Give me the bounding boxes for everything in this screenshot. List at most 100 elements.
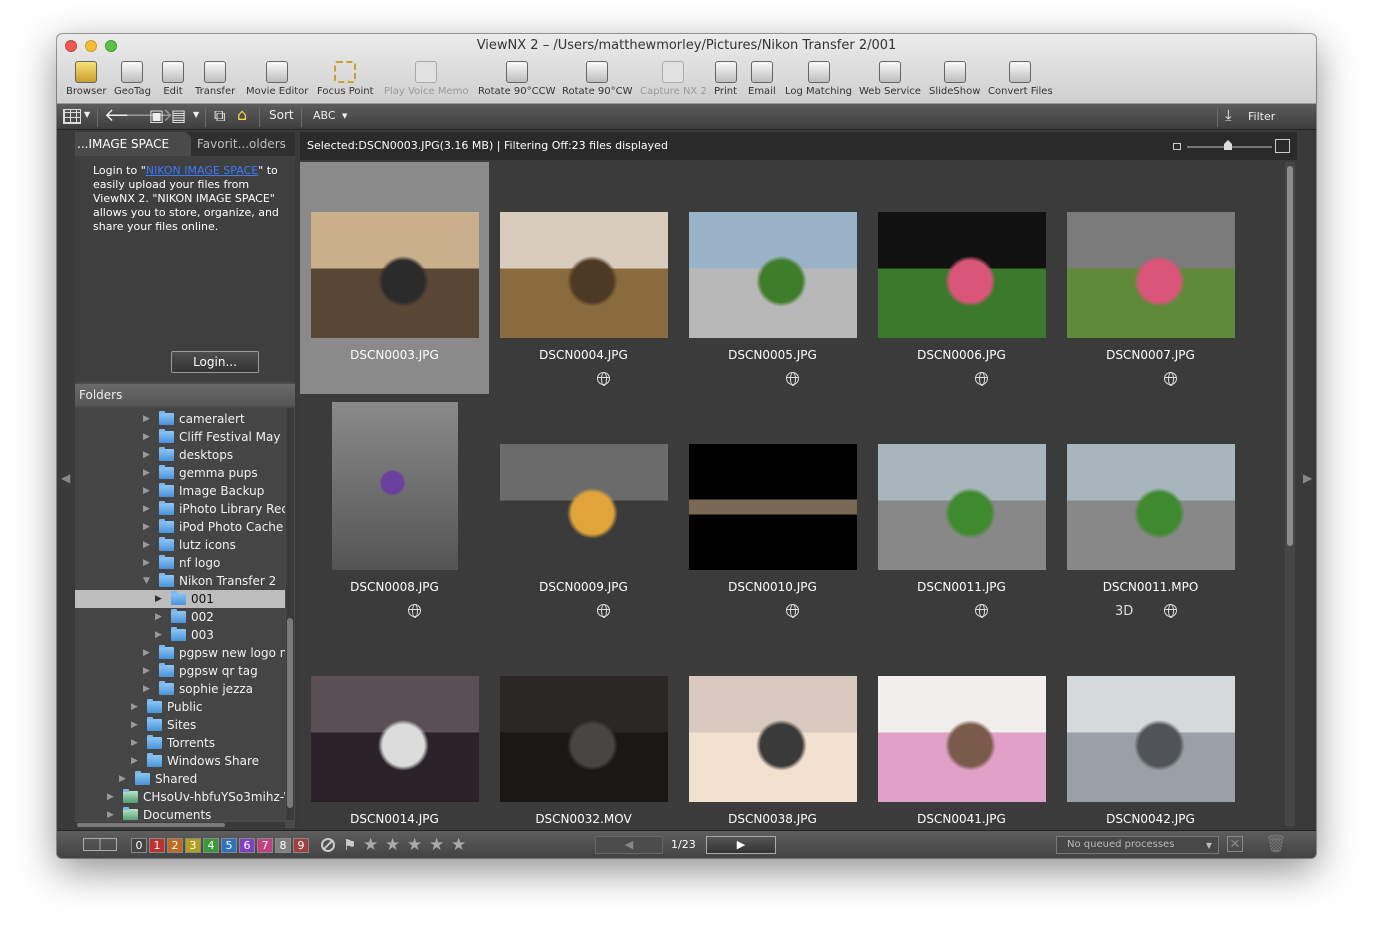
thumbnail-image[interactable] — [689, 444, 857, 570]
thumbnail-image[interactable] — [311, 212, 479, 338]
thumbnail-item[interactable]: DSCN0014.JPG — [300, 626, 489, 858]
toolbar-capture-nx-button[interactable]: Capture NX 2 — [640, 61, 707, 101]
disclosure-closed-icon[interactable]: ▶ — [155, 626, 165, 644]
thumbnail-item[interactable]: DSCN0042.JPG — [1056, 626, 1245, 858]
folder-item[interactable]: ▶ cameralert — [75, 410, 285, 428]
disclosure-closed-icon[interactable]: ▶ — [143, 554, 153, 572]
thumbnail-image[interactable] — [878, 676, 1046, 802]
label-8-button[interactable]: 8 — [275, 838, 291, 853]
thumbnail-image[interactable] — [689, 212, 857, 338]
geotag-globe-icon[interactable] — [1164, 372, 1177, 386]
folder-item[interactable]: ▶ pgpsw new logo mast — [75, 644, 285, 662]
star-rating-icon[interactable]: ★ — [451, 835, 466, 855]
star-rating-icon[interactable]: ★ — [429, 835, 444, 855]
previous-page-button[interactable]: ◀ — [595, 836, 663, 854]
folder-item[interactable]: ▶ sophie jezza — [75, 680, 285, 698]
thumbnail-image[interactable] — [878, 212, 1046, 338]
folder-item[interactable]: ▶ 003 — [75, 626, 285, 644]
thumbnail-image[interactable] — [1067, 676, 1235, 802]
thumbnail-image[interactable] — [311, 676, 479, 802]
thumbnail-image[interactable] — [500, 676, 668, 802]
toolbar-play-button[interactable]: Play Voice Memo — [384, 61, 468, 101]
folder-item[interactable]: ▶ Sites — [75, 716, 285, 734]
disclosure-closed-icon[interactable]: ▶ — [155, 590, 165, 608]
thumbnail-image[interactable] — [689, 676, 857, 802]
toolbar-browser-button[interactable]: Browser — [66, 61, 107, 101]
thumbnail-image[interactable] — [878, 444, 1046, 570]
trash-icon[interactable]: 🗑 — [1265, 834, 1287, 854]
thumbnail-item[interactable]: DSCN0004.JPG — [489, 162, 678, 394]
thumbnail-item[interactable]: DSCN0009.JPG — [489, 394, 678, 626]
disclosure-closed-icon[interactable]: ▶ — [131, 716, 141, 734]
folder-item[interactable]: ▶ Windows Share — [75, 752, 285, 770]
thumbnail-item[interactable]: DSCN0010.JPG — [678, 394, 867, 626]
grid-view-icon[interactable] — [63, 109, 81, 124]
star-rating-icon[interactable]: ★ — [363, 835, 378, 855]
thumbnail-item[interactable]: DSCN0011.JPG — [867, 394, 1056, 626]
disclosure-closed-icon[interactable]: ▶ — [143, 680, 153, 698]
thumbnail-image[interactable] — [500, 444, 668, 570]
large-thumb-icon[interactable] — [1275, 139, 1290, 153]
clear-rating-icon[interactable]: ⚑ — [343, 836, 356, 854]
filter-button[interactable]: Filter — [1248, 110, 1275, 123]
star-rating-icon[interactable]: ★ — [385, 835, 400, 855]
folder-item[interactable]: ▶ 002 — [75, 608, 285, 626]
slider-handle[interactable] — [1224, 140, 1232, 150]
label-7-button[interactable]: 7 — [257, 838, 273, 853]
window-icon[interactable]: ⧉ — [214, 106, 225, 126]
toolbar-convert-files-button[interactable]: Convert Files — [988, 61, 1053, 101]
thumbnail-item[interactable]: DSCN0038.JPG — [678, 626, 867, 858]
geotag-globe-icon[interactable] — [975, 372, 988, 386]
chevron-down-icon[interactable]: ▼ — [342, 112, 347, 120]
folder-item[interactable]: ▶ lutz icons — [75, 536, 285, 554]
camera-folder-icon[interactable]: ⌂ — [237, 105, 247, 124]
thumbnail-image[interactable] — [332, 402, 458, 570]
thumbnail-item[interactable]: DSCN0008.JPG — [300, 394, 489, 626]
disclosure-closed-icon[interactable]: ▶ — [155, 608, 165, 626]
thumbnail-scrollbar[interactable] — [1285, 162, 1295, 826]
disclosure-closed-icon[interactable]: ▶ — [119, 770, 129, 788]
download-icon[interactable]: ⤓ — [1225, 106, 1232, 124]
disclosure-closed-icon[interactable]: ▶ — [143, 464, 153, 482]
geotag-globe-icon[interactable] — [786, 372, 799, 386]
disclosure-closed-icon[interactable]: ▶ — [143, 662, 153, 680]
geotag-globe-icon[interactable] — [408, 604, 421, 618]
folder-item[interactable]: ▶ Shared — [75, 770, 285, 788]
toolbar-globe-button[interactable]: GeoTag — [114, 61, 151, 101]
next-page-button[interactable]: ▶ — [706, 836, 776, 854]
label-6-button[interactable]: 6 — [239, 838, 255, 853]
cancel-process-icon[interactable]: ✕ — [1227, 836, 1243, 852]
toolbar-envelope-button[interactable]: Email — [748, 61, 776, 101]
geotag-globe-icon[interactable] — [1164, 604, 1177, 618]
folder-up-icon[interactable]: ▣ — [149, 106, 164, 125]
login-button[interactable]: Login... — [171, 351, 259, 373]
toolbar-focus-brackets-button[interactable]: Focus Point — [317, 61, 374, 101]
star-rating-icon[interactable]: ★ — [407, 835, 422, 855]
folder-item[interactable]: ▶ Torrents — [75, 734, 285, 752]
thumbnail-image[interactable] — [1067, 212, 1235, 338]
thumbnail-item[interactable]: DSCN0006.JPG — [867, 162, 1056, 394]
folder-favorite-icon[interactable]: ▤ — [171, 106, 186, 125]
sort-button[interactable]: Sort — [269, 108, 294, 122]
toolbar-slideshow-button[interactable]: SlideShow — [929, 61, 980, 101]
thumbnail-image[interactable] — [500, 212, 668, 338]
collapse-left-icon[interactable]: ◀ — [61, 471, 70, 485]
thumbnail-item[interactable]: DSCN0041.JPG — [867, 626, 1056, 858]
disclosure-closed-icon[interactable]: ▶ — [143, 518, 153, 536]
toolbar-film-reel-button[interactable]: Movie Editor — [246, 61, 308, 101]
thumbnail-item[interactable]: DSCN0007.JPG — [1056, 162, 1245, 394]
process-queue-dropdown[interactable]: No queued processes ▼ — [1056, 836, 1219, 854]
geotag-globe-icon[interactable] — [975, 604, 988, 618]
folder-item[interactable]: ▼ Nikon Transfer 2 — [75, 572, 285, 590]
disclosure-closed-icon[interactable]: ▶ — [143, 644, 153, 662]
collapse-right-icon[interactable]: ▶ — [1303, 471, 1312, 485]
label-3-button[interactable]: 3 — [185, 838, 201, 853]
thumbnail-image[interactable] — [1067, 444, 1235, 570]
folder-item[interactable]: ▶ Image Backup — [75, 482, 285, 500]
geotag-globe-icon[interactable] — [597, 372, 610, 386]
folder-item[interactable]: ▶ CHsoUv-hbfuYSo3mihz-W- — [75, 788, 285, 806]
chevron-down-icon[interactable]: ▼ — [84, 110, 90, 119]
disclosure-closed-icon[interactable]: ▶ — [143, 446, 153, 464]
disclosure-closed-icon[interactable]: ▶ — [143, 410, 153, 428]
folder-item[interactable]: ▶ Public — [75, 698, 285, 716]
